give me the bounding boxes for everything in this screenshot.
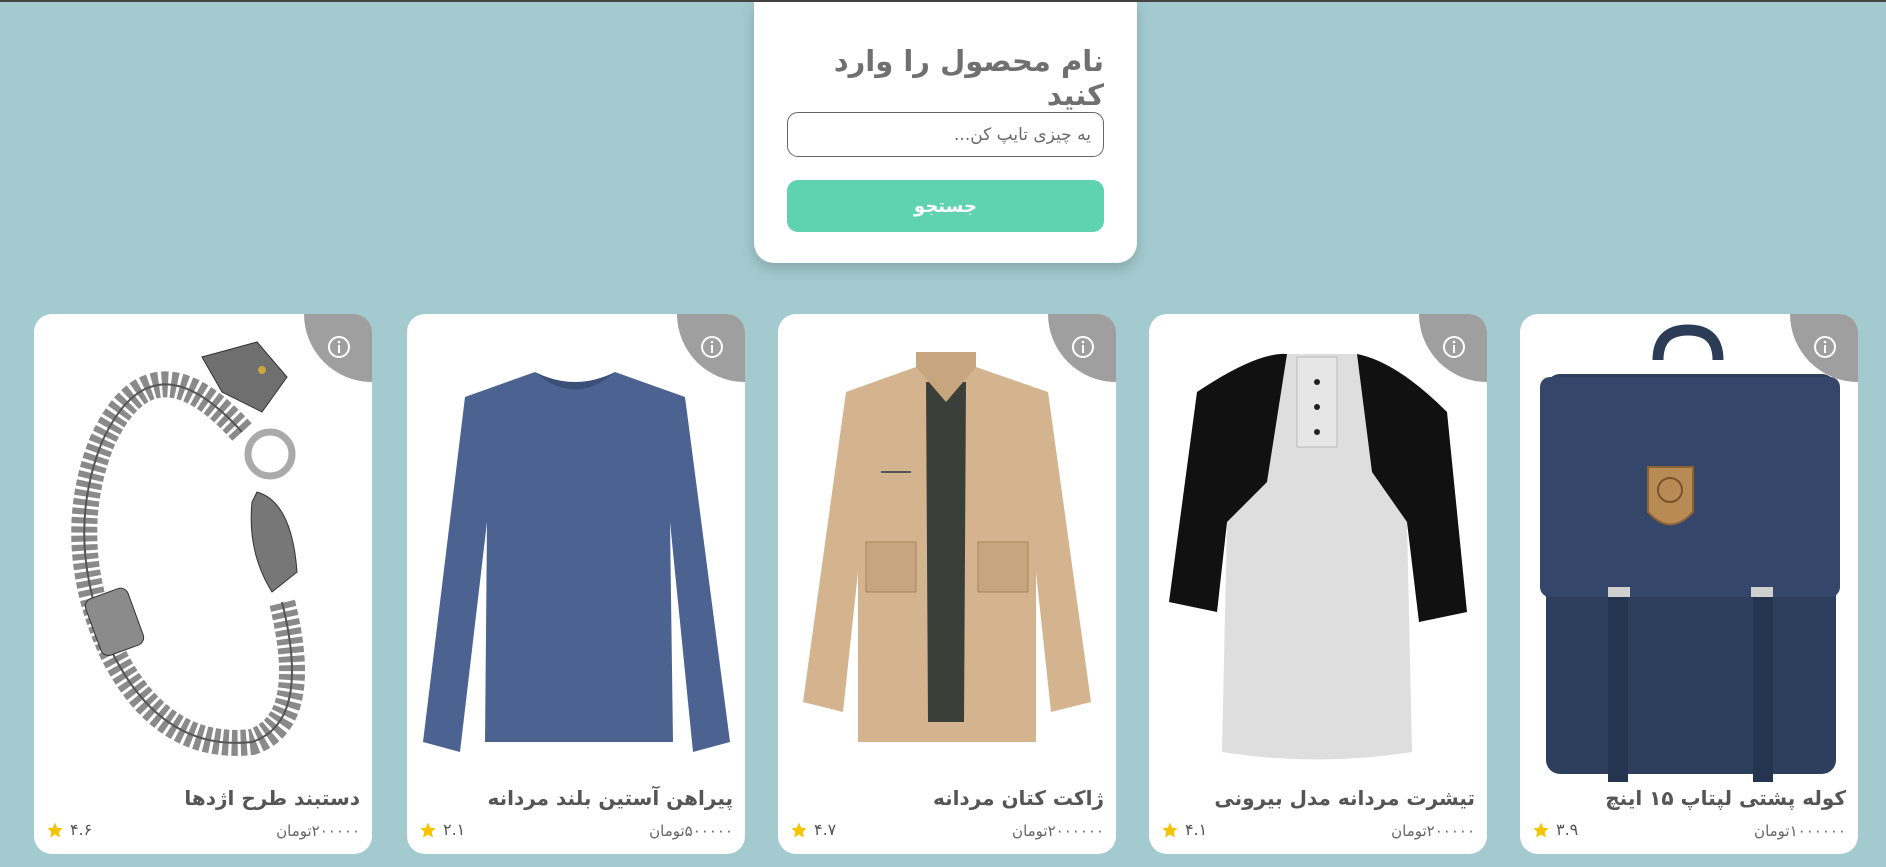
star-icon: [1162, 822, 1178, 837]
product-rating: ۲.۱: [419, 820, 465, 839]
dragon-bracelet-image: [71, 341, 305, 756]
star-icon: [1533, 822, 1549, 837]
product-title: تیشرت مردانه مدل بیرونی: [1214, 786, 1475, 810]
info-icon: [701, 336, 723, 358]
product-rating: ۴.۷: [790, 820, 836, 839]
product-title: کوله پشتی لپتاپ ۱۵ اینچ: [1605, 786, 1846, 810]
info-icon: [1072, 336, 1094, 358]
product-price: ۲۰۰۰۰۰تومان: [1391, 822, 1475, 840]
rating-value: ۳.۹: [1556, 820, 1579, 839]
star-icon: [791, 822, 807, 837]
search-input[interactable]: [787, 112, 1104, 157]
search-button[interactable]: جستجو: [787, 180, 1104, 232]
product-title: ژاکت کتان مردانه: [932, 786, 1104, 810]
product-rating: ۴.۱: [1161, 820, 1207, 839]
star-icon: [47, 822, 63, 837]
product-card-jacket[interactable]: ژاکت کتان مردانه ۲۰۰۰۰۰۰تومان ۴.۷: [778, 314, 1116, 854]
product-card-dragon-bracelet[interactable]: دستبند طرح اژدها ۲۰۰۰۰۰تومان ۴.۶: [34, 314, 372, 854]
rating-value: ۲.۱: [443, 820, 466, 839]
product-card-raglan-shirt[interactable]: تیشرت مردانه مدل بیرونی ۲۰۰۰۰۰تومان ۴.۱: [1149, 314, 1487, 854]
product-title: پیراهن آستین بلند مردانه: [487, 786, 733, 810]
product-card-backpack[interactable]: کوله پشتی لپتاپ ۱۵ اینچ ۱۰۰۰۰۰۰تومان ۳.۹: [1520, 314, 1858, 854]
jacket-image: [803, 352, 1091, 742]
info-icon: [1443, 336, 1465, 358]
info-icon: [328, 336, 350, 358]
info-icon: [1814, 336, 1836, 358]
rating-value: ۴.۱: [1185, 820, 1208, 839]
star-icon: [420, 822, 436, 837]
rating-value: ۴.۷: [814, 820, 837, 839]
product-price: ۵۰۰۰۰۰تومان: [649, 822, 733, 840]
backpack-image: [1540, 324, 1840, 782]
longsleeve-shirt-image: [423, 372, 730, 752]
search-panel: نام محصول را وارد کنید جستجو: [754, 2, 1137, 263]
product-title: دستبند طرح اژدها: [184, 786, 360, 810]
product-price: ۱۰۰۰۰۰۰تومان: [1754, 822, 1846, 840]
product-card-longsleeve-shirt[interactable]: پیراهن آستین بلند مردانه ۵۰۰۰۰۰تومان ۲.۱: [407, 314, 745, 854]
product-rating: ۴.۶: [46, 820, 92, 839]
rating-value: ۴.۶: [70, 820, 93, 839]
search-title: نام محصول را وارد کنید: [833, 44, 1104, 112]
raglan-shirt-image: [1169, 353, 1467, 760]
product-price: ۲۰۰۰۰۰۰تومان: [1012, 822, 1104, 840]
product-price: ۲۰۰۰۰۰تومان: [276, 822, 360, 840]
product-rating: ۳.۹: [1532, 820, 1578, 839]
